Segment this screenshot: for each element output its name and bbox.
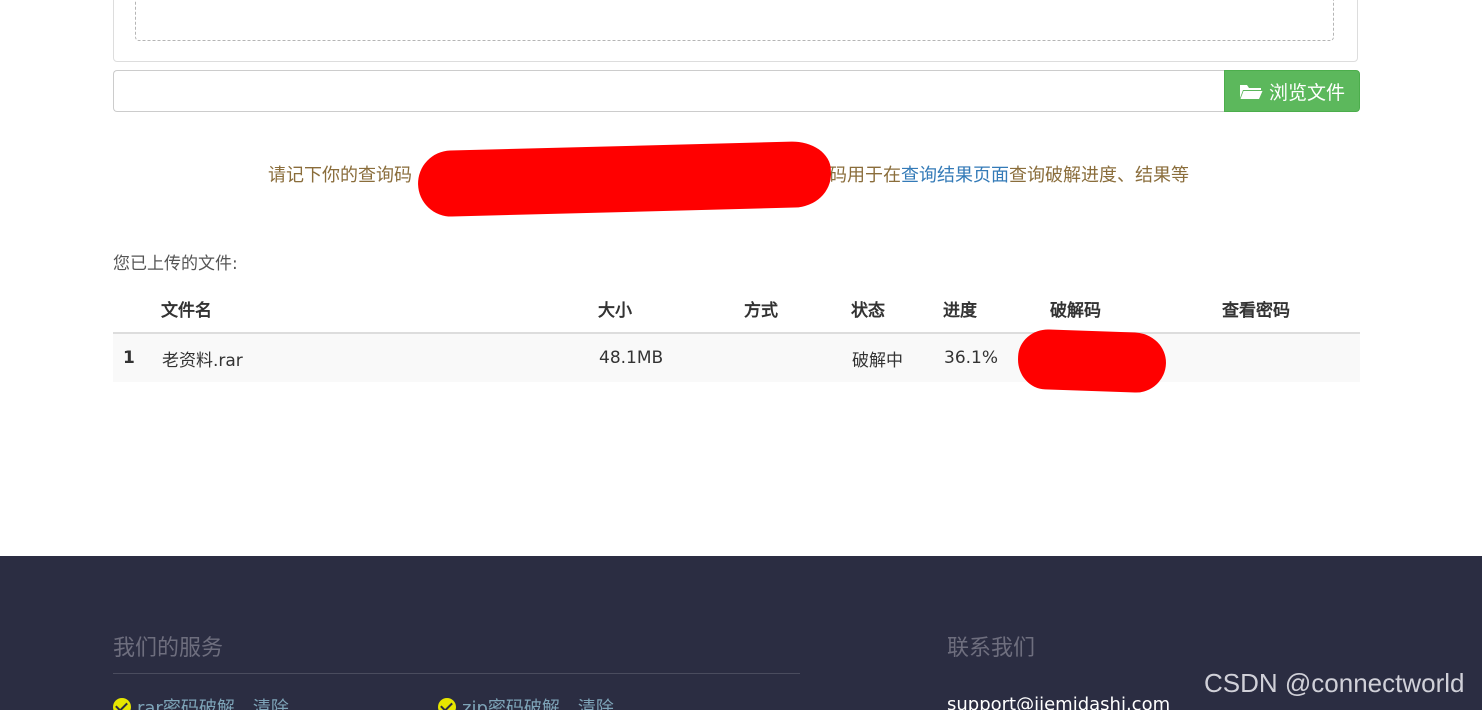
- col-view-password: 查看密码: [1222, 285, 1360, 334]
- table-row: 1 老资料.rar 48.1MB 破解中 36.1%: [113, 333, 1360, 382]
- browse-files-button[interactable]: 浏览文件: [1224, 70, 1360, 112]
- check-circle-icon: [438, 698, 456, 710]
- contact-email-link[interactable]: support@jiemidashi.com: [947, 694, 1170, 710]
- notice-rest: 码用于在查询结果页面查询破解进度、结果等: [829, 160, 1189, 192]
- service-link[interactable]: zip密码破解: [462, 694, 560, 710]
- service-link[interactable]: rar密码破解: [137, 694, 235, 710]
- query-results-link[interactable]: 查询结果页面: [901, 165, 1009, 186]
- uploaded-files-label: 您已上传的文件:: [113, 254, 238, 274]
- contact-title: 联系我们: [947, 636, 1036, 661]
- row-view-password[interactable]: [1222, 333, 1360, 382]
- upload-panel: [113, 0, 1358, 62]
- row-filename: 老资料.rar: [161, 333, 598, 382]
- check-circle-icon: [113, 698, 131, 710]
- file-input-group: 浏览文件: [113, 70, 1360, 112]
- service-item: zip密码破解 清除: [438, 694, 614, 710]
- row-index: 1: [113, 333, 161, 382]
- notice-middle: 码用于在: [829, 165, 901, 186]
- service-item: rar密码破解 清除: [113, 694, 289, 710]
- watermark: CSDN @connectworld: [1204, 668, 1465, 698]
- row-status: 破解中: [851, 333, 943, 382]
- services-title: 我们的服务: [113, 636, 224, 661]
- service-clear-link[interactable]: 清除: [253, 694, 289, 710]
- service-clear-link[interactable]: 清除: [578, 694, 614, 710]
- col-progress: 进度: [943, 285, 1050, 334]
- row-size: 48.1MB: [598, 333, 744, 382]
- browse-button-label: 浏览文件: [1268, 81, 1345, 104]
- table-header-row: 文件名 大小 方式 状态 进度 破解码 查看密码: [113, 285, 1360, 334]
- file-dropzone[interactable]: [135, 0, 1334, 41]
- footer: 我们的服务 联系我们 rar密码破解 清除 zip密码破解 清除 support…: [0, 556, 1482, 710]
- file-path-input[interactable]: [113, 70, 1225, 112]
- col-crack-code: 破解码: [1050, 285, 1222, 334]
- notice-suffix: 查询破解进度、结果等: [1009, 165, 1189, 186]
- redaction-mark: [417, 140, 832, 218]
- col-method: 方式: [744, 285, 851, 334]
- footer-divider: [113, 673, 800, 674]
- row-method: [744, 333, 851, 382]
- col-index: [113, 285, 161, 334]
- col-filename: 文件名: [161, 285, 598, 334]
- col-size: 大小: [598, 285, 744, 334]
- col-status: 状态: [851, 285, 943, 334]
- redaction-mark: [1016, 328, 1168, 394]
- uploaded-files-table: 文件名 大小 方式 状态 进度 破解码 查看密码 1 老资料.rar 48.1M…: [113, 285, 1360, 382]
- page: 浏览文件 请记下你的查询码 码用于在查询结果页面查询破解进度、结果等 您已上传的…: [0, 0, 1482, 710]
- notice-prefix: 请记下你的查询码: [268, 165, 412, 186]
- folder-open-icon: [1239, 85, 1263, 99]
